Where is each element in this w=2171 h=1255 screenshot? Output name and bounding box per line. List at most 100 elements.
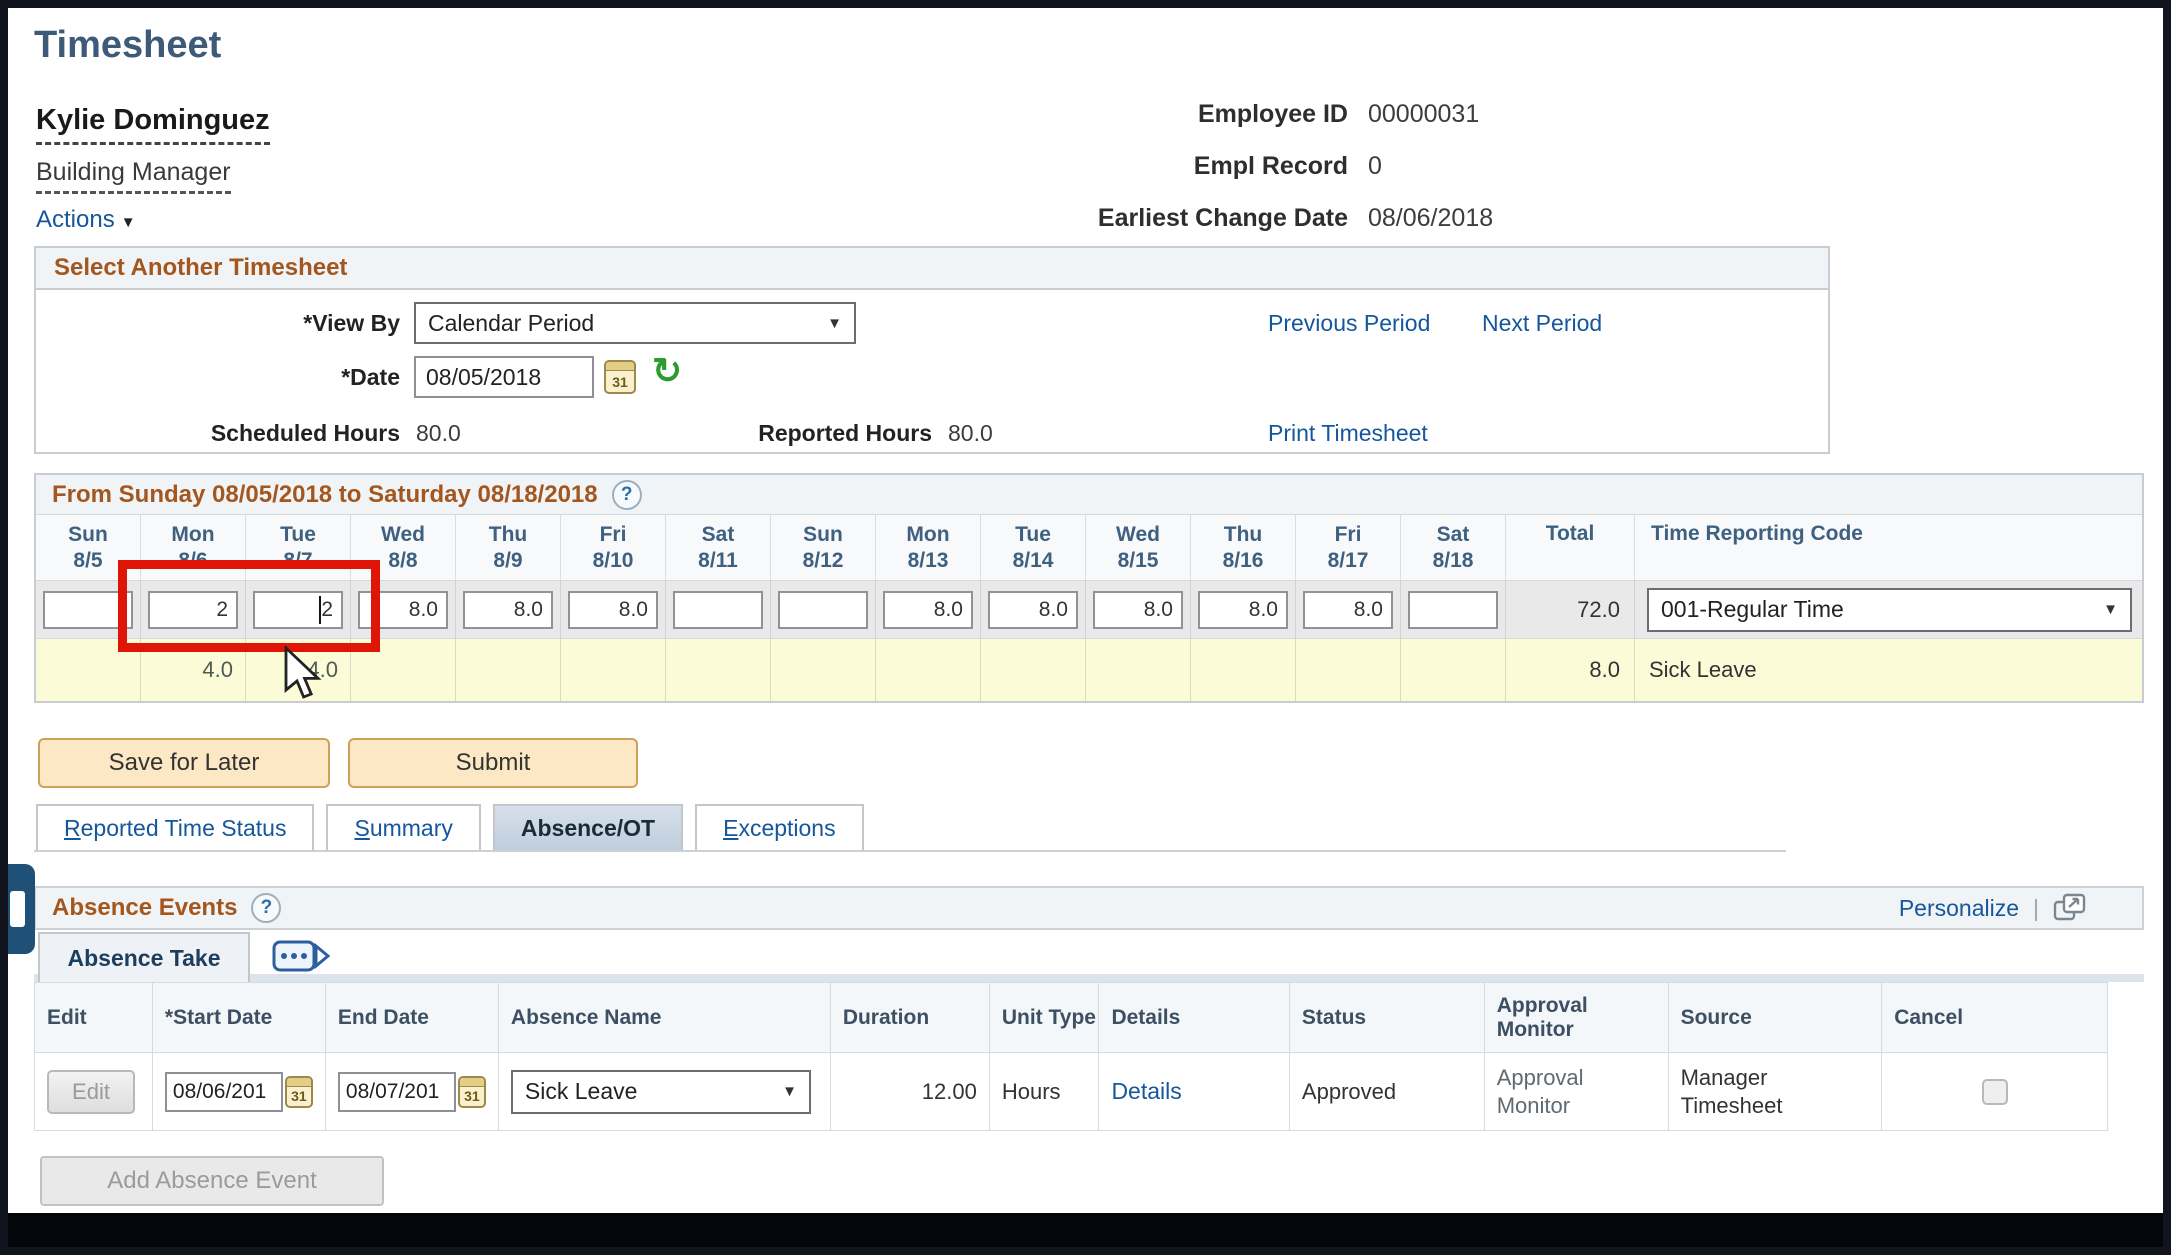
employee-name[interactable]: Kylie Dominguez	[36, 104, 270, 145]
column-header-end-date: End Date	[325, 983, 498, 1053]
help-icon[interactable]: ?	[251, 893, 281, 923]
day-header-sat-8-11: Sat8/11	[666, 515, 771, 580]
absence-name-select[interactable]: Sick Leave ▼	[511, 1070, 811, 1114]
hours-input-9[interactable]	[988, 591, 1078, 629]
hours-input-13[interactable]	[1408, 591, 1498, 629]
tab-absence-take[interactable]: Absence Take	[38, 932, 250, 982]
sick-leave-cell-10	[1086, 639, 1191, 701]
column-header-details: Details	[1099, 983, 1289, 1053]
new-window-icon[interactable]	[2053, 893, 2087, 923]
hours-input-11[interactable]	[1198, 591, 1288, 629]
chevron-down-icon: ▼	[121, 214, 136, 231]
hours-input-12[interactable]	[1303, 591, 1393, 629]
hours-input-10[interactable]	[1093, 591, 1183, 629]
day-cell-7	[771, 581, 876, 638]
calendar-icon[interactable]: 31	[604, 360, 636, 394]
approval-monitor-link[interactable]: Approval Monitor	[1497, 1064, 1656, 1120]
absence-events-table: Edit*Start DateEnd DateAbsence NameDurat…	[34, 982, 2108, 1131]
add-absence-event-button[interactable]: Add Absence Event	[40, 1156, 384, 1206]
day-header-thu-8-16: Thu8/16	[1191, 515, 1296, 580]
employee-job-title[interactable]: Building Manager	[36, 158, 231, 194]
help-icon[interactable]: ?	[612, 480, 642, 510]
scheduled-hours-label: Scheduled Hours	[36, 420, 400, 447]
column-header-unit-type: Unit Type	[989, 983, 1099, 1053]
absence-subtab-bar: Absence Take	[34, 930, 2144, 982]
column-header-absence-name: Absence Name	[498, 983, 830, 1053]
date-input[interactable]	[414, 356, 594, 398]
tab-reported-time-status[interactable]: Reported Time Status	[36, 804, 314, 850]
print-timesheet-link[interactable]: Print Timesheet	[1268, 420, 1428, 447]
table-row: Edit 31 31	[35, 1053, 2108, 1131]
column-header-cancel: Cancel	[1882, 983, 2108, 1053]
source-value: Manager Timesheet	[1681, 1064, 1870, 1120]
edit-button[interactable]: Edit	[47, 1070, 135, 1114]
trc-readonly-label: Sick Leave	[1634, 639, 2142, 701]
hours-input-7[interactable]	[778, 591, 868, 629]
tab-exceptions[interactable]: Exceptions	[695, 804, 864, 850]
absence-name-value: Sick Leave	[525, 1078, 638, 1105]
side-panel-handle[interactable]	[8, 864, 35, 954]
tab-summary[interactable]: Summary	[326, 804, 480, 850]
reported-hours-label: Reported Hours	[568, 420, 932, 447]
details-link[interactable]: Details	[1111, 1078, 1181, 1104]
sick-leave-cell-11	[1191, 639, 1296, 701]
absence-events-section: Absence Events ? Personalize | Absence T…	[34, 886, 2144, 1131]
unit-type-value: Hours	[989, 1053, 1099, 1131]
actions-label: Actions	[36, 206, 115, 233]
employee-id-value: 00000031	[1368, 100, 1479, 129]
view-by-select[interactable]: Calendar Period ▼	[414, 302, 856, 344]
end-date-input[interactable]	[338, 1072, 456, 1112]
sick-leave-cell-12	[1296, 639, 1401, 701]
sick-leave-cell-6	[666, 639, 771, 701]
save-for-later-button[interactable]: Save for Later	[38, 738, 330, 788]
submit-button[interactable]: Submit	[348, 738, 638, 788]
day-cell-12	[1296, 581, 1401, 638]
column-header-duration: Duration	[830, 983, 989, 1053]
column-header-edit: Edit	[35, 983, 153, 1053]
view-by-label: *View By	[36, 310, 400, 337]
day-cell-5	[561, 581, 666, 638]
hours-input-5[interactable]	[568, 591, 658, 629]
personalize-link[interactable]: Personalize	[1899, 895, 2019, 922]
calendar-icon[interactable]: 31	[458, 1076, 486, 1108]
side-panel-knob-icon	[10, 891, 25, 927]
next-period-link[interactable]: Next Period	[1482, 310, 1602, 337]
previous-period-link[interactable]: Previous Period	[1268, 310, 1430, 337]
day-header-sun-8-12: Sun8/12	[771, 515, 876, 580]
employee-info: Employee ID 00000031 Empl Record 0 Earli…	[998, 100, 1718, 256]
tab-absence-ot[interactable]: Absence/OT	[493, 804, 683, 850]
employee-id-label: Employee ID	[998, 100, 1348, 129]
day-cell-10	[1086, 581, 1191, 638]
hours-input-6[interactable]	[673, 591, 763, 629]
day-header-sat-8-18: Sat8/18	[1401, 515, 1506, 580]
date-label: *Date	[36, 364, 400, 391]
day-cell-4	[456, 581, 561, 638]
sick-leave-cell-4	[456, 639, 561, 701]
trc-column-header: Time Reporting Code	[1634, 515, 2142, 580]
page-title: Timesheet	[34, 24, 221, 67]
refresh-icon[interactable]: ↻	[652, 350, 682, 392]
day-cell-8	[876, 581, 981, 638]
bottom-bar	[8, 1213, 2163, 1247]
calendar-icon[interactable]: 31	[285, 1076, 313, 1108]
hours-input-8[interactable]	[883, 591, 973, 629]
sick-leave-cell-13	[1401, 639, 1506, 701]
timesheet-tabs: Reported Time Status Summary Absence/OT Exc…	[36, 804, 864, 850]
scheduled-hours-value: 80.0	[416, 420, 461, 447]
day-header-fri-8-17: Fri8/17	[1296, 515, 1401, 580]
reported-hours-value: 80.0	[948, 420, 993, 447]
actions-menu[interactable]: Actions ▼	[36, 206, 136, 234]
hours-input-4[interactable]	[463, 591, 553, 629]
grid-period-title: From Sunday 08/05/2018 to Saturday 08/18…	[52, 481, 598, 509]
column-header-start-date: *Start Date	[152, 983, 325, 1053]
empl-record-value: 0	[1368, 152, 1382, 181]
cancel-checkbox[interactable]	[1982, 1079, 2008, 1105]
empl-record-label: Empl Record	[998, 152, 1348, 181]
highlight-annotation	[118, 560, 380, 652]
start-date-input[interactable]	[165, 1072, 283, 1112]
show-all-columns-icon[interactable]	[272, 938, 330, 977]
trc-select[interactable]: 001-Regular Time▼	[1647, 588, 2132, 632]
day-header-tue-8-14: Tue8/14	[981, 515, 1086, 580]
sick-leave-cell-5	[561, 639, 666, 701]
chevron-down-icon: ▼	[827, 315, 842, 332]
